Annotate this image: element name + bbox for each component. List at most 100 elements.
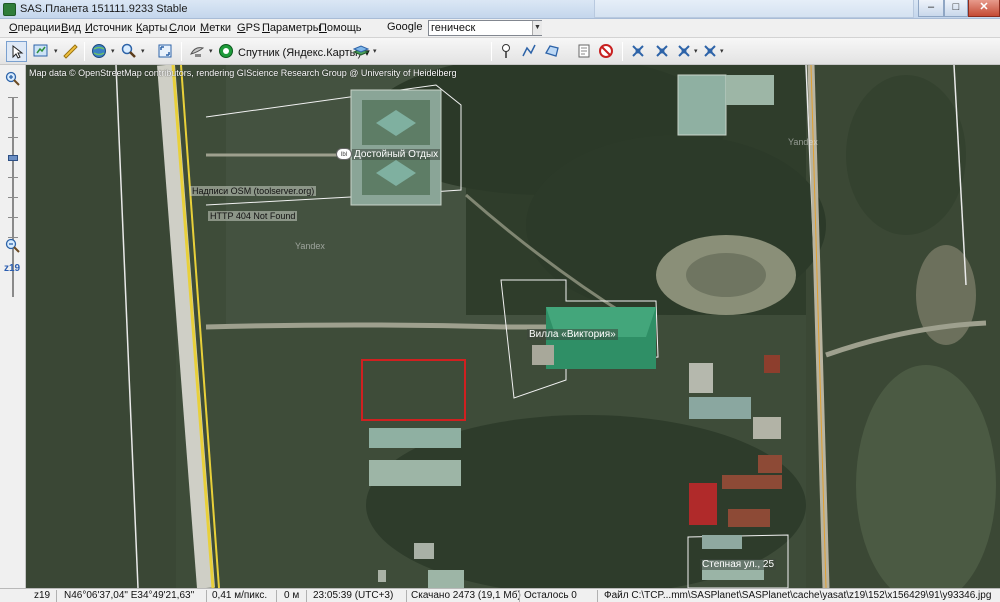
fullscreen-button[interactable] bbox=[155, 41, 176, 62]
status-downloaded: Скачано 2473 (19,1 Мб) bbox=[411, 590, 521, 601]
status-separator bbox=[206, 590, 207, 602]
map-source-button[interactable] bbox=[216, 41, 237, 62]
zoom-tick bbox=[8, 177, 18, 178]
select-area-button[interactable] bbox=[31, 41, 52, 62]
fullscreen-icon bbox=[158, 44, 172, 58]
zoom-tick bbox=[8, 97, 18, 98]
status-separator bbox=[597, 590, 598, 602]
map-view[interactable]: Map data © OpenStreetMap contributors, r… bbox=[26, 65, 1000, 588]
resort-poi-icon[interactable]: lbl bbox=[336, 148, 352, 160]
zoom-in-icon[interactable] bbox=[5, 71, 21, 87]
gps-settings-button[interactable] bbox=[700, 41, 721, 62]
polygon-icon bbox=[545, 45, 559, 57]
menu-marks[interactable]: Метки bbox=[200, 22, 231, 34]
geocoder-provider-select[interactable]: Google ▾ bbox=[386, 20, 428, 48]
placemark-manager-button[interactable] bbox=[574, 41, 595, 62]
chevron-down-icon[interactable]: ▾ bbox=[111, 48, 117, 55]
menu-maps[interactable]: Карты bbox=[136, 22, 167, 34]
select-area-icon bbox=[33, 44, 48, 57]
status-file-path: Файл C:\TCP...mm\SASPlanet\SASPlanet\cac… bbox=[604, 590, 992, 601]
placemark-list-icon bbox=[578, 44, 590, 58]
zoom-tick bbox=[8, 197, 18, 198]
toolbar-separator bbox=[622, 42, 623, 61]
status-separator bbox=[519, 590, 520, 602]
toolbar-separator bbox=[84, 42, 85, 61]
yandex-watermark: Yandex bbox=[295, 241, 325, 251]
status-coordinates: N46°06'37,04" E34°49'21,63" bbox=[64, 590, 195, 601]
zoom-level-label: z19 bbox=[4, 263, 21, 274]
chevron-down-icon[interactable]: ▾ bbox=[141, 48, 147, 55]
chevron-down-icon[interactable]: ▾ bbox=[720, 48, 726, 55]
satellite-dish-icon bbox=[190, 47, 205, 57]
zoom-tick bbox=[8, 137, 18, 138]
search-input[interactable]: геническ bbox=[428, 20, 542, 36]
poi-label-villa[interactable]: Вилла «Виктория» bbox=[527, 329, 618, 340]
menu-gps[interactable]: GPS bbox=[237, 22, 260, 34]
menu-bar: Операции Вид Источник Карты Слои Метки G… bbox=[0, 19, 1000, 48]
status-scale: 0,41 м/пикс. bbox=[212, 590, 268, 601]
gps-satellite-icon bbox=[632, 45, 644, 57]
map-source-icon bbox=[219, 44, 233, 58]
title-bar: SAS.Планета 151111.9233 Stable – □ ✕ bbox=[0, 0, 1000, 19]
forbidden-icon bbox=[599, 44, 613, 58]
menu-help[interactable]: Помощь bbox=[319, 22, 362, 34]
zoom-out-icon[interactable] bbox=[5, 238, 21, 254]
add-path-button[interactable] bbox=[519, 41, 540, 62]
zoom-button[interactable] bbox=[119, 41, 140, 62]
path-icon bbox=[522, 44, 536, 57]
gps-satellite-icon bbox=[704, 45, 716, 57]
menu-settings[interactable]: Параметры bbox=[262, 22, 321, 34]
add-placemark-button[interactable] bbox=[496, 41, 517, 62]
status-remaining: Осталось 0 bbox=[524, 590, 577, 601]
hide-placemarks-button[interactable] bbox=[596, 41, 617, 62]
chevron-down-icon[interactable]: ▾ bbox=[209, 48, 215, 55]
background-window-caption bbox=[594, 0, 914, 18]
layers-icon bbox=[353, 45, 369, 56]
satellite-imagery bbox=[26, 65, 1000, 588]
menu-layers[interactable]: Слои bbox=[169, 22, 196, 34]
main-toolbar: ▾ ▾ ▾ ▾ Спутник (Яндекс.Карты) ▾ ▾ ▾ bbox=[0, 38, 1000, 65]
chevron-down-icon[interactable]: ▾ bbox=[373, 48, 379, 55]
window-title: SAS.Планета 151111.9233 Stable bbox=[20, 3, 188, 15]
status-zoom: z19 bbox=[34, 590, 51, 601]
ruler-button[interactable] bbox=[60, 41, 81, 62]
ruler-icon bbox=[63, 44, 78, 59]
toolbar-separator bbox=[181, 42, 182, 61]
gps-track-button[interactable] bbox=[652, 41, 673, 62]
yandex-watermark: Yandex bbox=[788, 137, 818, 147]
osm-layer-error: HTTP 404 Not Found bbox=[208, 211, 298, 221]
gps-satellite-icon bbox=[656, 45, 668, 57]
status-distance: 0 м bbox=[284, 590, 300, 601]
gps-satellite-icon bbox=[678, 45, 690, 57]
zoom-tick bbox=[8, 117, 18, 118]
close-button[interactable]: ✕ bbox=[968, 0, 1000, 17]
minimize-button[interactable]: – bbox=[918, 0, 944, 17]
status-time: 23:05:39 (UTC+3) bbox=[313, 590, 394, 601]
globe-icon bbox=[92, 44, 106, 58]
search-history-dropdown[interactable]: ▼ bbox=[532, 21, 542, 35]
status-separator bbox=[306, 590, 307, 602]
menu-view[interactable]: Вид bbox=[61, 22, 81, 34]
zoom-slider-thumb[interactable] bbox=[8, 155, 18, 161]
magnifier-icon bbox=[121, 43, 136, 58]
cursor-icon bbox=[12, 44, 24, 59]
app-icon bbox=[3, 3, 16, 16]
gps-center-button[interactable] bbox=[674, 41, 695, 62]
layers-button[interactable] bbox=[351, 41, 372, 62]
pin-icon bbox=[502, 44, 510, 58]
map-attribution: Map data © OpenStreetMap contributors, r… bbox=[29, 68, 457, 78]
street-label[interactable]: Степная ул., 25 bbox=[700, 559, 777, 570]
poi-label-resort[interactable]: Достойный Отдых bbox=[352, 149, 441, 160]
status-separator bbox=[56, 590, 57, 602]
globe-button[interactable] bbox=[89, 41, 110, 62]
status-separator bbox=[406, 590, 407, 602]
zoom-tick bbox=[8, 217, 18, 218]
pointer-tool-button[interactable] bbox=[6, 41, 27, 62]
gps-connect-button[interactable] bbox=[628, 41, 649, 62]
menu-source[interactable]: Источник bbox=[85, 22, 132, 34]
maximize-button[interactable]: □ bbox=[944, 0, 968, 17]
add-polygon-button[interactable] bbox=[542, 41, 563, 62]
satellite-source-button[interactable] bbox=[187, 41, 208, 62]
status-bar: z19 N46°06'37,04" E34°49'21,63" 0,41 м/п… bbox=[0, 588, 1000, 602]
menu-operations[interactable]: Операции bbox=[9, 22, 60, 34]
